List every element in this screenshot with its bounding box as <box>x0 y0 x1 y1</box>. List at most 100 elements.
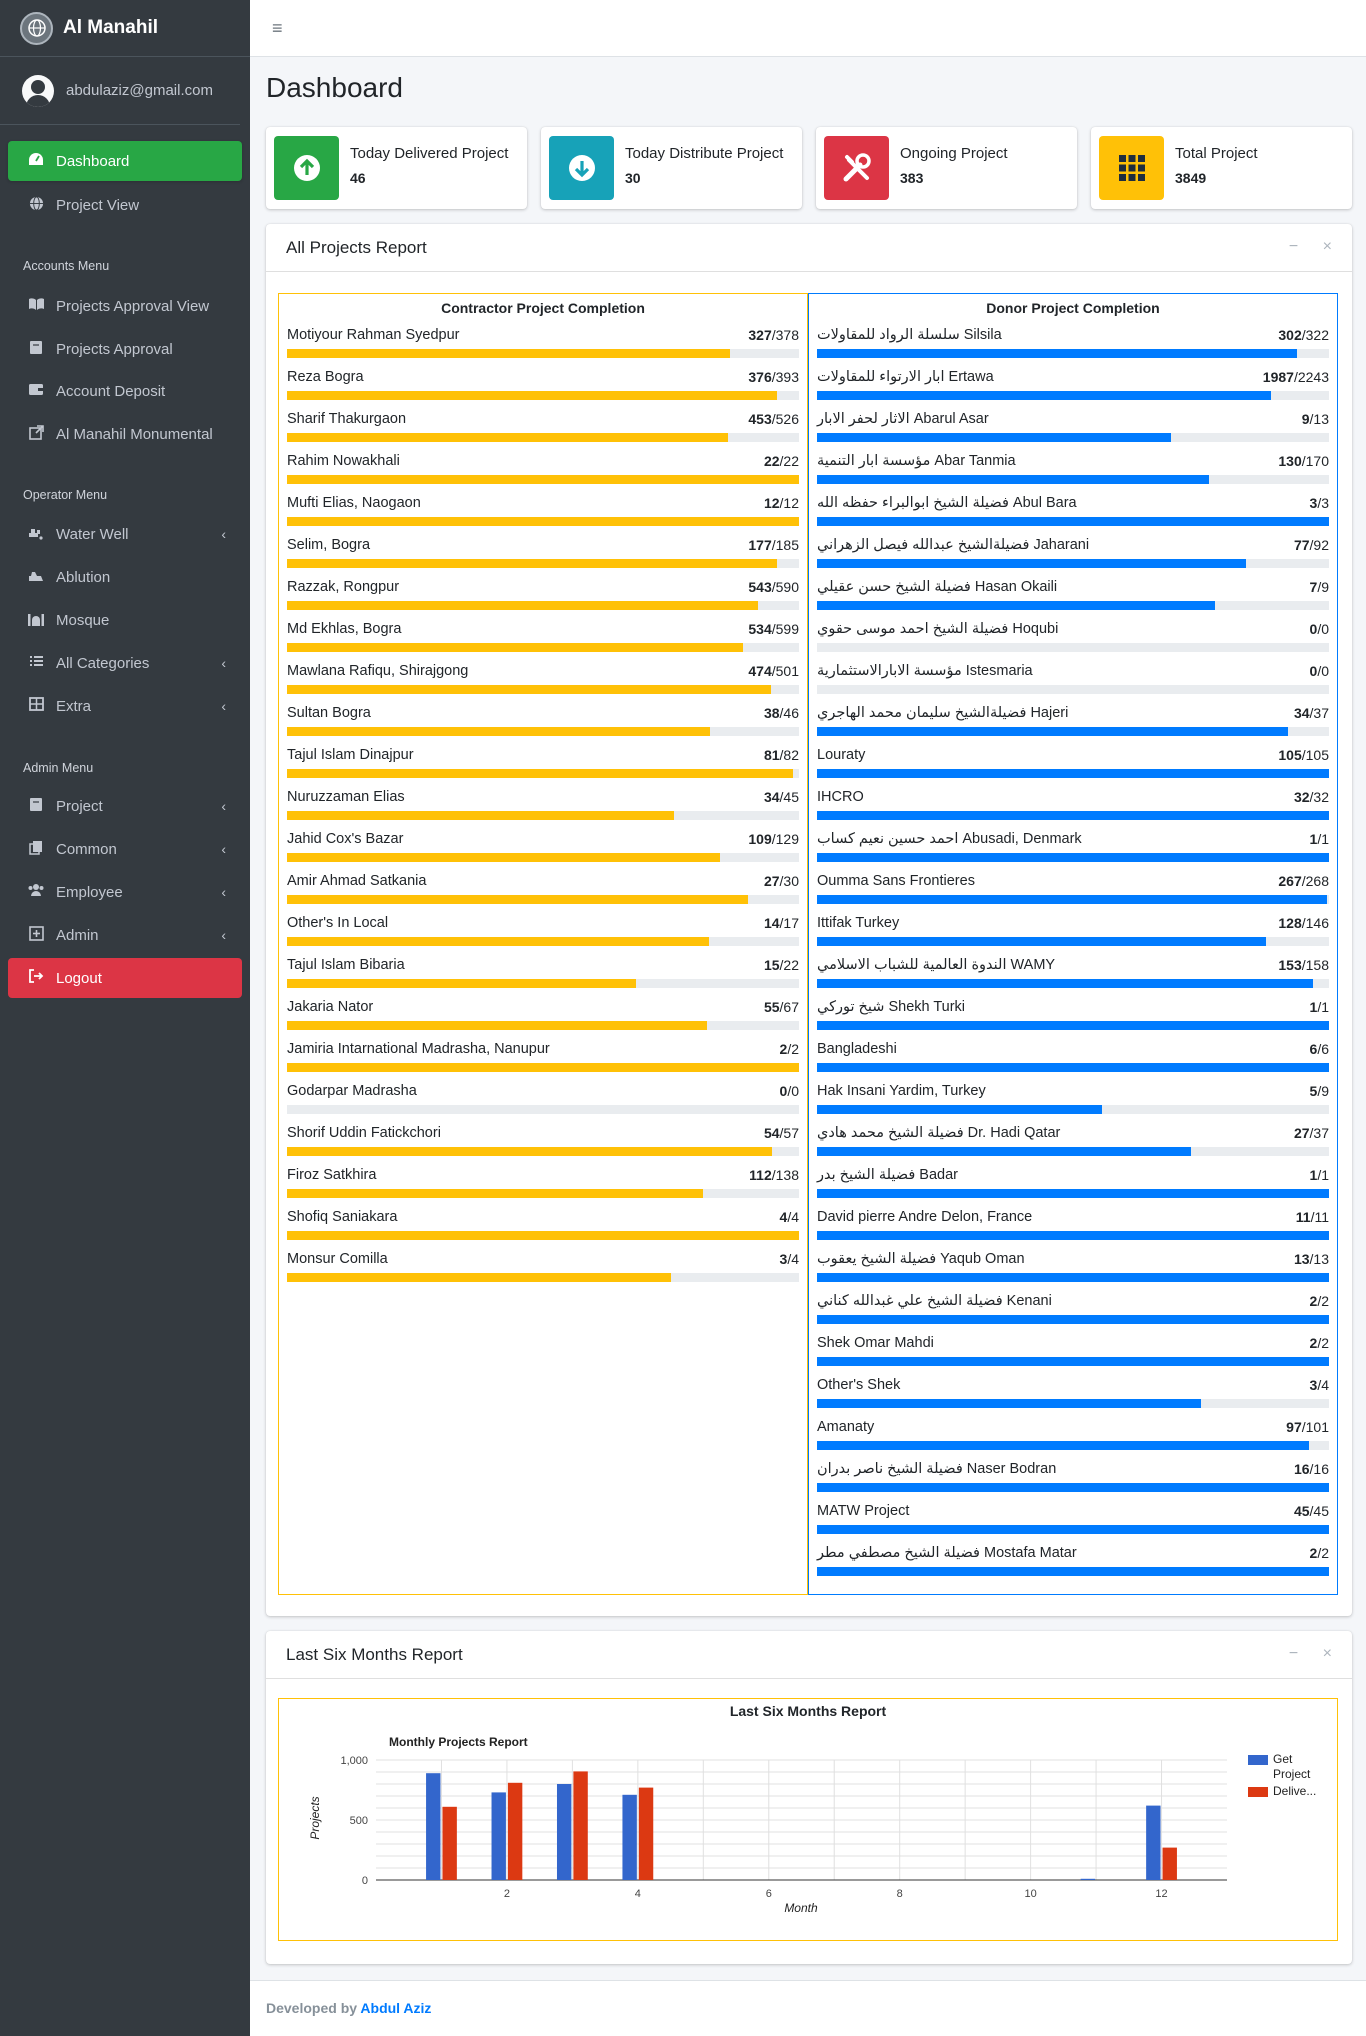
card-tools: − × <box>1269 238 1332 256</box>
chart-bar <box>442 1806 457 1880</box>
sidebar-item-mosque[interactable]: Mosque <box>8 600 242 640</box>
info-box-distribute[interactable]: Today Distribute Project 30 <box>541 127 802 209</box>
globe-icon <box>26 195 46 215</box>
progress-bar-fill <box>287 349 730 358</box>
progress-bar <box>287 1273 799 1282</box>
donor-panel-title: Donor Project Completion <box>986 300 1160 316</box>
progress-bar <box>287 1105 799 1114</box>
sidebar-item-label: Logout <box>56 969 102 987</box>
close-icon[interactable]: × <box>1323 1645 1332 1662</box>
progress-row: Louraty 105/105 <box>817 747 1329 787</box>
sidebar-item-admin[interactable]: Admin ‹ <box>8 915 242 955</box>
brand-name: Al Manahil <box>63 17 159 38</box>
user-email[interactable]: abdulaziz@gmail.com <box>66 82 213 99</box>
progress-total: /22 <box>779 453 799 469</box>
progress-label: Amir Ahmad Satkania <box>287 873 427 889</box>
sidebar-item-extra[interactable]: Extra ‹ <box>8 686 242 726</box>
progress-bar <box>287 1063 799 1072</box>
progress-bar-fill <box>287 475 799 484</box>
book-icon <box>26 797 46 816</box>
hamburger-icon[interactable]: ≡ <box>272 18 283 39</box>
progress-label: فضيلةالشيخ عبدالله فيصل الزهراني Jaharan… <box>817 537 1090 553</box>
sidebar-item-employee[interactable]: Employee ‹ <box>8 872 242 912</box>
progress-value: 38/46 <box>764 705 799 721</box>
card-header: All Projects Report − × <box>266 224 1352 272</box>
progress-row: Jahid Cox's Bazar 109/129 <box>287 831 799 871</box>
sidebar-item-projects-approval-view[interactable]: Projects Approval View <box>8 286 242 326</box>
progress-bar-fill <box>287 1063 799 1072</box>
sidebar-item-project[interactable]: Project ‹ <box>8 786 242 826</box>
progress-bar-fill <box>287 895 748 904</box>
progress-value: 34/37 <box>1294 705 1329 721</box>
chart-bar <box>638 1787 654 1880</box>
chart-bar <box>1162 1847 1177 1880</box>
progress-row: مؤسسة الابارالاستثمارية Istesmaria 0/0 <box>817 663 1329 703</box>
progress-total: /2 <box>1317 1293 1329 1309</box>
table-icon <box>26 697 46 715</box>
progress-bar <box>817 979 1329 988</box>
progress-label: Shek Omar Mahdi <box>817 1335 934 1351</box>
progress-row: ابار الارتواء للمقاولات Ertawa 1987/2243 <box>817 369 1329 409</box>
progress-bar <box>287 475 799 484</box>
progress-bar-fill <box>817 895 1327 904</box>
progress-total: /105 <box>1301 747 1329 763</box>
progress-row: Mufti Elias, Naogaon 12/12 <box>287 495 799 535</box>
info-box-total[interactable]: Total Project 3849 <box>1091 127 1352 209</box>
progress-value: 453/526 <box>748 411 799 427</box>
chart-bar <box>1080 1878 1096 1880</box>
logout-button[interactable]: Logout <box>8 958 242 998</box>
progress-value: 27/30 <box>764 873 799 889</box>
progress-total: /67 <box>779 999 799 1015</box>
info-box-label: Total Project <box>1175 145 1258 162</box>
minimize-icon[interactable]: − <box>1289 238 1298 255</box>
info-box-icon <box>549 136 614 200</box>
info-box-value: 46 <box>350 170 366 186</box>
progress-total: /12 <box>779 495 799 511</box>
progress-value: 81/82 <box>764 747 799 763</box>
chart-panel: Last Six Months Report Monthly Projects … <box>278 1698 1338 1941</box>
progress-total: /0 <box>1317 663 1329 679</box>
avatar <box>22 74 54 107</box>
info-box-ongoing[interactable]: Ongoing Project 383 <box>816 127 1077 209</box>
progress-value: 327/378 <box>748 327 799 343</box>
progress-label: Jakaria Nator <box>287 999 374 1015</box>
chevron-left-icon: ‹ <box>221 798 226 814</box>
info-box-value: 3849 <box>1175 170 1207 186</box>
minimize-icon[interactable]: − <box>1289 1645 1298 1662</box>
sidebar-item-common[interactable]: Common ‹ <box>8 829 242 869</box>
sidebar-item-projects-approval[interactable]: Projects Approval <box>8 329 242 369</box>
progress-total: /57 <box>779 1125 799 1141</box>
progress-done: 302 <box>1278 327 1302 343</box>
progress-total: /6 <box>1317 1041 1329 1057</box>
footer-author-link[interactable]: Abdul Aziz <box>360 2000 431 2016</box>
sidebar-item-all-categories[interactable]: All Categories ‹ <box>8 643 242 683</box>
list-icon <box>26 654 46 672</box>
progress-total: /1 <box>1317 999 1329 1015</box>
sidebar-item-water-well[interactable]: Water Well ‹ <box>8 514 242 554</box>
chevron-left-icon: ‹ <box>221 698 226 714</box>
progress-bar-fill <box>817 1273 1329 1282</box>
progress-value: 54/57 <box>764 1125 799 1141</box>
brand[interactable]: Al Manahil <box>0 0 250 57</box>
sidebar-item-account-deposit[interactable]: Account Deposit <box>8 371 242 411</box>
book-icon <box>26 340 46 359</box>
sidebar-item-dashboard[interactable]: Dashboard <box>8 141 242 181</box>
progress-done: 34 <box>1293 705 1310 721</box>
sidebar-item-ablution[interactable]: Ablution <box>8 557 242 597</box>
progress-row: David pierre Andre Delon, France 11/11 <box>817 1209 1329 1249</box>
progress-bar-fill <box>817 853 1329 862</box>
info-box-delivered[interactable]: Today Delivered Project 46 <box>266 127 527 209</box>
sidebar-item-label: Extra <box>56 697 92 715</box>
progress-total: /322 <box>1301 327 1329 343</box>
progress-label: Jahid Cox's Bazar <box>287 831 404 847</box>
progress-bar-fill <box>817 979 1313 988</box>
brand-logo <box>20 11 53 45</box>
close-icon[interactable]: × <box>1323 238 1332 255</box>
tachometer-icon <box>26 152 46 170</box>
sidebar-item-project-view[interactable]: Project View <box>8 185 242 225</box>
user-panel[interactable]: abdulaziz@gmail.com <box>0 57 240 125</box>
progress-label: IHCRO <box>817 789 864 805</box>
progress-total: /138 <box>771 1167 799 1183</box>
progress-label: فضيلة الشيخ مصطفي مطر Mostafa Matar <box>817 1545 1077 1561</box>
sidebar-item-al-manahil-monumental[interactable]: Al Manahil Monumental <box>8 414 242 454</box>
